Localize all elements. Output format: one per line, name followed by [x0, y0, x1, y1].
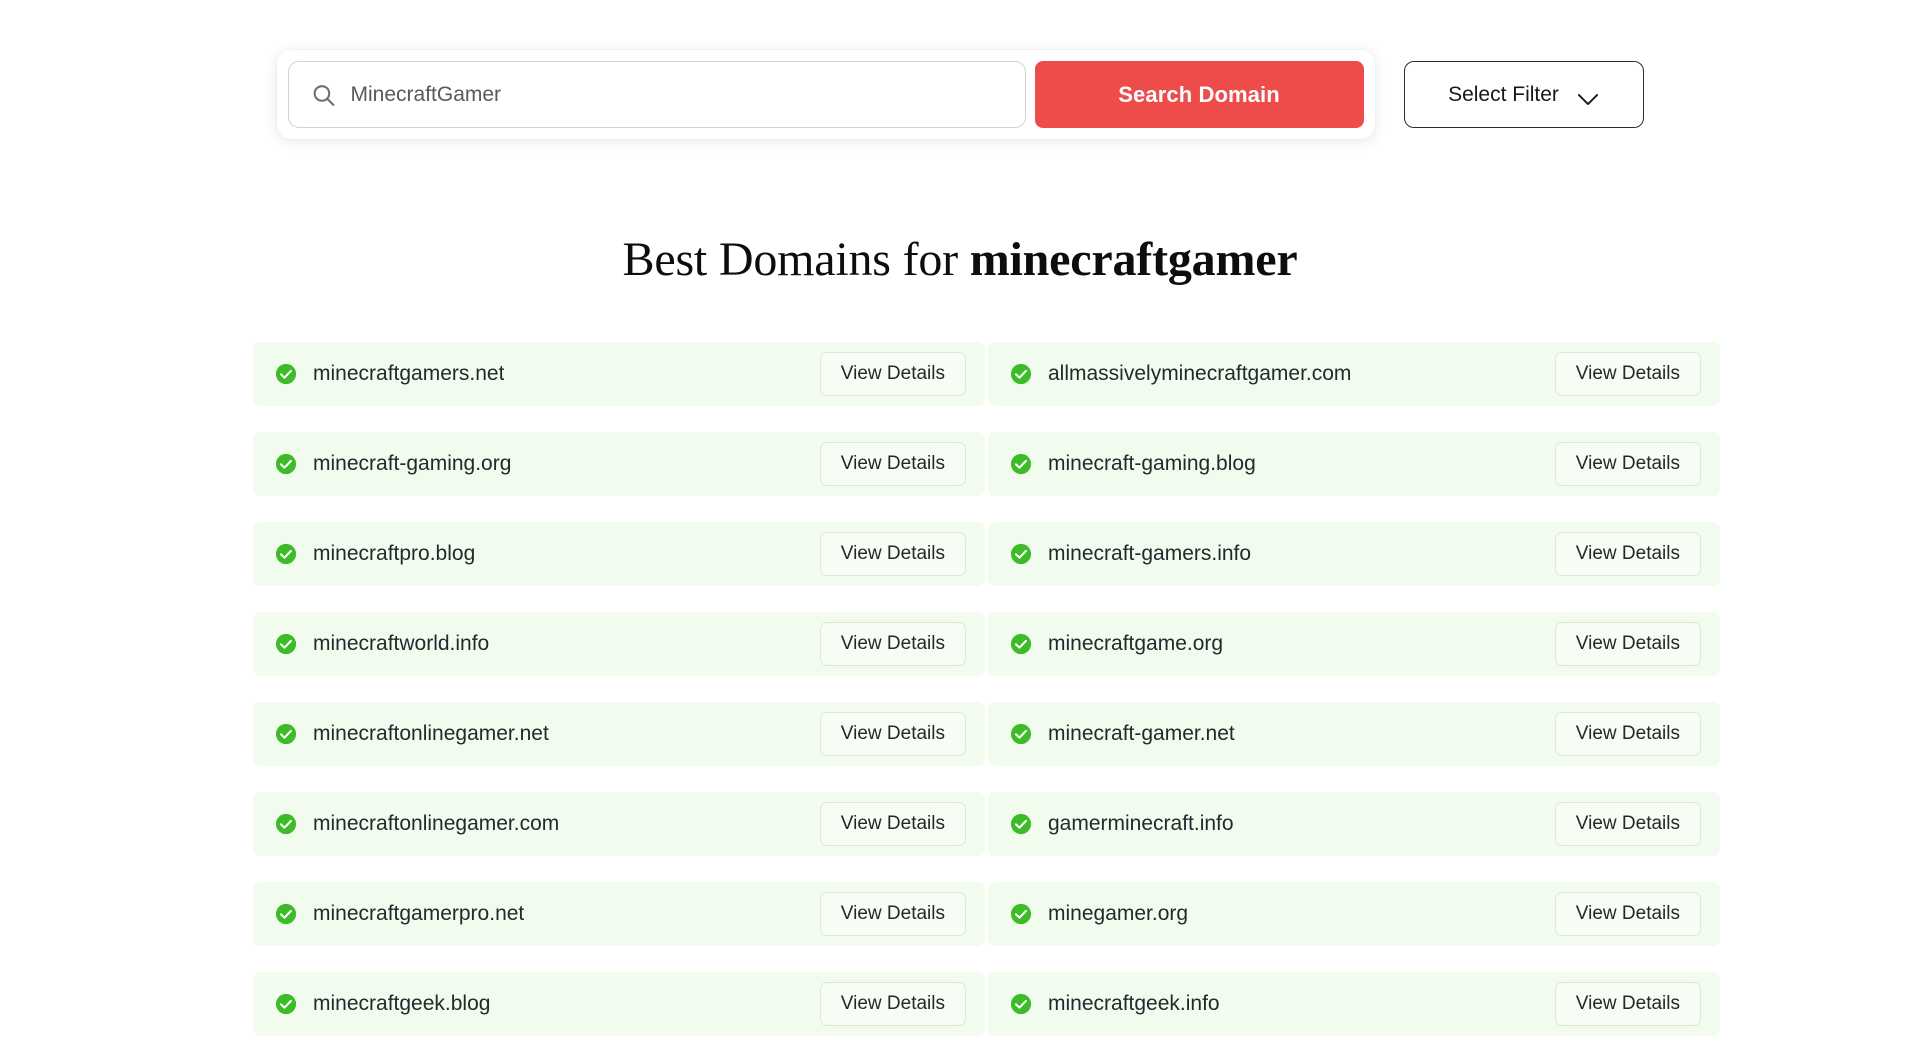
domain-name: allmassivelyminecraftgamer.com	[1048, 362, 1352, 385]
check-circle-icon	[1010, 363, 1032, 385]
domain-name: minecraftgeek.info	[1048, 992, 1220, 1015]
view-details-button[interactable]: View Details	[819, 802, 966, 846]
check-circle-icon	[275, 723, 297, 745]
view-details-button[interactable]: View Details	[819, 982, 966, 1026]
search-shell: Search Domain	[276, 50, 1375, 139]
domain-result-row: minecraftonlinegamer.com View Details	[253, 792, 985, 856]
domain-result-row: gamerminecraft.info View Details	[988, 792, 1720, 856]
check-circle-icon	[275, 813, 297, 835]
view-details-button[interactable]: View Details	[819, 532, 966, 576]
page-title: Best Domains for minecraftgamer	[0, 232, 1920, 287]
check-circle-icon	[275, 363, 297, 385]
view-details-button[interactable]: View Details	[819, 622, 966, 666]
domain-name: minecraft-gamer.net	[1048, 722, 1235, 745]
domain-name: minecraftworld.info	[313, 632, 490, 655]
domain-result-row: minecraftpro.blog View Details	[253, 522, 985, 586]
check-circle-icon	[1010, 453, 1032, 475]
domain-result-row: minegamer.org View Details	[988, 882, 1720, 946]
domain-result-row: minecraftonlinegamer.net View Details	[253, 702, 985, 766]
select-filter-label: Select Filter	[1448, 82, 1559, 106]
domain-name: gamerminecraft.info	[1048, 812, 1234, 835]
view-details-button[interactable]: View Details	[1554, 982, 1701, 1026]
page-title-keyword: minecraftgamer	[969, 233, 1298, 286]
check-circle-icon	[1010, 813, 1032, 835]
view-details-button[interactable]: View Details	[1554, 622, 1701, 666]
domain-name: minecraftgamerpro.net	[313, 902, 525, 925]
domain-name: minecraftpro.blog	[313, 542, 476, 565]
search-input[interactable]	[288, 62, 1025, 127]
domain-name: minecraftonlinegamer.com	[313, 812, 560, 835]
domain-result-row: minecraftgame.org View Details	[988, 612, 1720, 676]
check-circle-icon	[275, 543, 297, 565]
domain-name: minecraft-gaming.blog	[1048, 452, 1256, 475]
search-bar: Search Domain Select Filter	[0, 50, 1920, 139]
chevron-down-icon	[1577, 88, 1599, 105]
view-details-button[interactable]: View Details	[819, 442, 966, 486]
domain-result-row: allmassivelyminecraftgamer.com View Detai…	[988, 342, 1720, 406]
search-input-wrapper[interactable]	[287, 61, 1026, 128]
domain-result-row: minecraftgamerpro.net View Details	[253, 882, 985, 946]
domain-name: minecraftgame.org	[1048, 632, 1224, 655]
view-details-button[interactable]: View Details	[819, 892, 966, 936]
check-circle-icon	[1010, 993, 1032, 1015]
domain-result-row: minecraft-gamers.info View Details	[988, 522, 1720, 586]
view-details-button[interactable]: View Details	[1554, 442, 1701, 486]
view-details-button[interactable]: View Details	[1554, 802, 1701, 846]
domain-result-row: minecraftgamers.net View Details	[253, 342, 985, 406]
check-circle-icon	[1010, 903, 1032, 925]
view-details-button[interactable]: View Details	[1554, 892, 1701, 936]
search-icon	[311, 82, 336, 107]
view-details-button[interactable]: View Details	[1554, 352, 1701, 396]
domain-name: minegamer.org	[1048, 902, 1189, 925]
domain-name: minecraftgamers.net	[313, 362, 505, 385]
domain-results-grid: minecraftgamers.net View Details allmassiv…	[253, 342, 1720, 1052]
check-circle-icon	[275, 453, 297, 475]
page-title-prefix: Best Domains for	[622, 233, 970, 286]
search-domain-button[interactable]: Search Domain	[1034, 61, 1364, 128]
check-circle-icon	[275, 903, 297, 925]
domain-name: minecraftgeek.blog	[313, 992, 491, 1015]
view-details-button[interactable]: View Details	[819, 352, 966, 396]
domain-name: minecraftonlinegamer.net	[313, 722, 549, 745]
domain-result-row: minecraft-gaming.blog View Details	[988, 432, 1720, 496]
domain-result-row: minecraft-gaming.org View Details	[253, 432, 985, 496]
check-circle-icon	[1010, 543, 1032, 565]
domain-search-page: Search Domain Select Filter Best Domains…	[0, 0, 1920, 1052]
select-filter-button[interactable]: Select Filter	[1403, 61, 1644, 128]
check-circle-icon	[275, 993, 297, 1015]
domain-name: minecraft-gaming.org	[313, 452, 512, 475]
domain-result-row: minecraft-gamer.net View Details	[988, 702, 1720, 766]
domain-result-row: minecraftworld.info View Details	[253, 612, 985, 676]
view-details-button[interactable]: View Details	[1554, 532, 1701, 576]
view-details-button[interactable]: View Details	[1554, 712, 1701, 756]
view-details-button[interactable]: View Details	[819, 712, 966, 756]
check-circle-icon	[275, 633, 297, 655]
domain-result-row: minecraftgeek.info View Details	[988, 972, 1720, 1036]
domain-name: minecraft-gamers.info	[1048, 542, 1252, 565]
check-circle-icon	[1010, 723, 1032, 745]
domain-result-row: minecraftgeek.blog View Details	[253, 972, 985, 1036]
check-circle-icon	[1010, 633, 1032, 655]
